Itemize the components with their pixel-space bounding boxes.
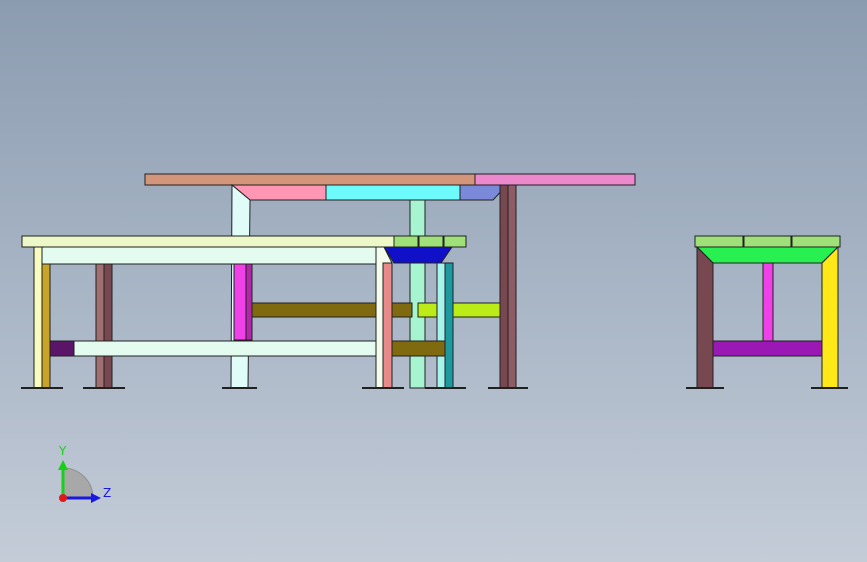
bench-apron: [41, 246, 377, 265]
bench-leg-teal-shade: [444, 262, 454, 389]
table-top-board-right: [474, 173, 636, 186]
stool-top-slat-2: [743, 235, 792, 248]
y-axis-arrowhead: [58, 460, 68, 470]
bench-seat-slat-1: [393, 235, 419, 248]
model-view: Y Z: [21, 173, 848, 503]
bench-rail-olive: [391, 340, 446, 357]
view-orientation-triad[interactable]: Y Z: [58, 444, 111, 503]
table-leg-right-shade: [507, 184, 517, 389]
stool-top-slat-1: [694, 235, 744, 248]
table-rail-lime: [417, 302, 501, 318]
table-apron-cyan: [325, 184, 461, 201]
triad-quarter-disc: [62, 467, 94, 499]
bench-rail-long: [73, 340, 377, 357]
cad-graphics-area[interactable]: Y Z: [0, 0, 867, 562]
stool-rail: [712, 340, 823, 357]
bench-leg-brown-shade: [103, 263, 113, 389]
x-axis-dot: [59, 494, 67, 502]
table-top-board-left: [144, 173, 476, 186]
stool-leg-left: [696, 245, 714, 389]
stool-top-slat-3: [791, 235, 841, 248]
stool-apron: [695, 246, 840, 264]
bench-rail-dark-purple: [49, 340, 75, 357]
bench-leg-magenta-shade: [245, 263, 253, 341]
z-axis-arrowhead: [91, 493, 101, 503]
stool-leg-right: [821, 245, 839, 389]
table-leg-center: [409, 199, 426, 389]
bench-seat-slat-2: [418, 235, 444, 248]
bench-leg-right-pink: [382, 262, 393, 389]
bench-end-bracket: [383, 246, 453, 264]
bench-leg-left: [33, 246, 43, 389]
bench-seat: [21, 235, 395, 248]
z-axis-label: Z: [103, 486, 111, 500]
stool-center-post: [762, 262, 774, 342]
bench-seat-slat-3: [443, 235, 467, 248]
y-axis-label: Y: [58, 444, 67, 458]
bench-leg-left-2: [41, 263, 51, 389]
